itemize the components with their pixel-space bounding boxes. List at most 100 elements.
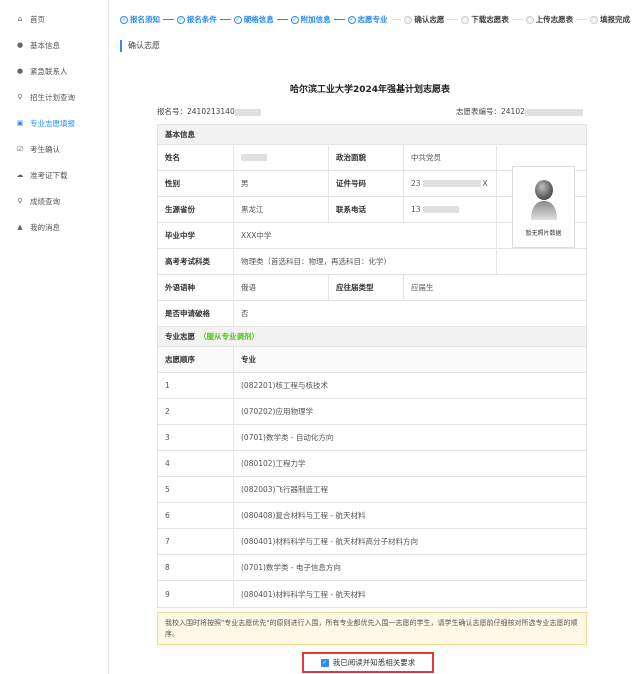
school-label: 毕业中学 (165, 231, 195, 240)
exception-value: 否 (233, 301, 586, 326)
phone-value: 13 (403, 197, 496, 222)
step-major[interactable]: ✓ 志愿专业 (347, 14, 388, 25)
check-icon: ✓ (120, 15, 128, 24)
checkbox-checked-icon[interactable]: ✓ (320, 658, 329, 667)
circle-icon: ○ (590, 15, 598, 24)
language-value: 俄语 (233, 275, 328, 300)
table-row: 3 (0701)数学类 - 自动化方向 (158, 425, 586, 451)
column-header-order: 志愿顺序 (165, 355, 195, 364)
gender-value: 男 (233, 171, 328, 196)
major-order: 1 (165, 381, 170, 390)
check-icon: ✓ (347, 15, 356, 24)
basic-info-header: 基本信息 (158, 125, 586, 145)
major-order: 3 (165, 433, 170, 442)
table-row: 高考考试科类 物理类（首选科目：物理，再选科目：化学） (158, 249, 586, 275)
step-confirm: ○ 确认志愿 (404, 14, 444, 25)
sidebar-item-home[interactable]: ⌂ 首页 (0, 6, 108, 32)
app-value: 24102 (501, 107, 525, 116)
phone-prefix: 13 (411, 205, 421, 214)
sidebar-item-label: 成绩查询 (30, 196, 60, 206)
name-value (233, 145, 328, 170)
circle-icon: ○ (525, 15, 534, 24)
id-label: 证件号码 (328, 171, 403, 196)
gender-label: 性别 (165, 179, 180, 188)
table-row: 1 (082201)核工程与核技术 (158, 373, 586, 399)
sidebar-item-score-query[interactable]: ⚲ 成绩查询 (0, 188, 108, 214)
check-icon: ✓ (233, 15, 242, 24)
step-eligibility[interactable]: ✓ 硬格信息 (233, 14, 274, 25)
photo-caption: 暂无照片数据 (525, 229, 562, 237)
province-label: 生源省份 (165, 205, 195, 214)
redacted-mask (422, 206, 459, 213)
major-order: 4 (165, 459, 170, 468)
step-notice[interactable]: ✓ 报名须知 (120, 14, 160, 25)
sidebar-item-admission-ticket[interactable]: ☁ 准考证下载 (0, 162, 108, 188)
step-label: 确认志愿 (414, 15, 445, 24)
check-square-icon: ☑ (16, 145, 24, 153)
sidebar-item-plan-query[interactable]: ⚲ 招生计划查询 (0, 84, 108, 110)
major-name: (0701)数学类 - 自动化方向 (233, 425, 586, 450)
step-label: 报名须知 (130, 15, 160, 24)
sidebar-item-label: 基本信息 (30, 40, 60, 50)
step-divider (447, 19, 459, 20)
major-order: 5 (165, 485, 170, 494)
redacted-mask (524, 108, 583, 116)
redacted-mask (234, 108, 261, 116)
major-name: (082201)核工程与核技术 (233, 373, 586, 398)
form-icon: ▣ (16, 119, 24, 127)
sidebar-item-emergency-contact[interactable]: ● 紧急联系人 (0, 58, 108, 84)
table-row: 4 (080102)工程力学 (158, 451, 586, 477)
photo-column (496, 249, 586, 274)
id-suffix: X (482, 179, 488, 188)
major-order: 2 (165, 407, 170, 416)
major-section-title: 专业志愿 (165, 332, 195, 341)
avatar-icon (530, 179, 557, 220)
table-row: 6 (080408)复合材料与工程 - 航天材料 (158, 503, 586, 529)
application-number: 志愿表编号：24102 (456, 106, 583, 117)
sidebar-item-confirm[interactable]: ☑ 考生确认 (0, 136, 108, 162)
sidebar-item-label: 专业志愿填报 (30, 118, 75, 128)
sidebar-item-basic-info[interactable]: ● 基本信息 (0, 32, 108, 58)
cloud-download-icon: ☁ (16, 171, 24, 179)
table-row: 8 (0701)数学类 - 电子信息方向 (158, 555, 586, 581)
table-row: 外语语种 俄语 应往届类型 应届生 (158, 275, 586, 301)
sidebar-item-major-application[interactable]: ▣ 专业志愿填报 (0, 110, 108, 136)
major-section-header: 专业志愿 （服从专业调剂） (158, 327, 586, 347)
major-order: 6 (165, 511, 170, 520)
step-divider (333, 19, 345, 20)
bell-icon: ▲ (17, 223, 23, 231)
major-name: (080102)工程力学 (233, 451, 586, 476)
page-title: 确认志愿 (120, 40, 160, 52)
major-order: 7 (165, 537, 170, 546)
sidebar-item-messages[interactable]: ▲ 我的消息 (0, 214, 108, 240)
agree-checkbox[interactable]: ✓ 我已阅读并知悉相关要求 (302, 652, 434, 673)
step-conditions[interactable]: ✓ 报名条件 (176, 14, 217, 25)
circle-icon: ○ (461, 15, 470, 24)
major-order: 9 (165, 589, 170, 599)
id-prefix: 23 (411, 179, 421, 188)
step-label: 硬格信息 (243, 15, 274, 24)
school-value: XXX中学 (233, 223, 496, 248)
major-name: (082003)飞行器制造工程 (233, 477, 586, 502)
home-icon: ⌂ (17, 15, 23, 23)
exam-value: 物理类（首选科目：物理，再选科目：化学） (233, 249, 496, 274)
notice-box: 我校入围时将按照"专业志愿优先"的原则进行入围，所有专业都优先入围一志愿的学生，… (157, 612, 587, 645)
redacted-mask (422, 180, 481, 187)
photo-placeholder: 暂无照片数据 (512, 166, 575, 248)
step-label: 下载志愿表 (471, 15, 509, 24)
step-complete: ○ 填报完成 (590, 14, 630, 25)
major-name: (0701)数学类 - 电子信息方向 (233, 555, 586, 580)
id-value: 23 X (403, 171, 496, 196)
reg-value: 2410213140 (187, 107, 235, 116)
table-row: 2 (070202)应用物理学 (158, 399, 586, 425)
graduate-type-label: 应往届类型 (328, 275, 403, 300)
step-divider (511, 19, 523, 20)
progress-steps: ✓ 报名须知 ✓ 报名条件 ✓ 硬格信息 ✓ 附加信息 ✓ 志愿专业 ○ 确认志愿 ○ 下载志… (120, 14, 630, 25)
step-divider (576, 19, 587, 20)
table-row: 9 (080401)材料科学与工程 - 航天材料 (158, 581, 586, 607)
redacted-mask (241, 154, 267, 161)
exception-label: 是否申请破格 (165, 309, 210, 318)
step-additional[interactable]: ✓ 附加信息 (290, 14, 331, 25)
sidebar: ⌂ 首页 ● 基本信息 ● 紧急联系人 ⚲ 招生计划查询 ▣ 专业志愿填报 ☑ 考生确认 ☁… (0, 0, 109, 674)
step-upload: ○ 上传志愿表 (525, 14, 573, 25)
